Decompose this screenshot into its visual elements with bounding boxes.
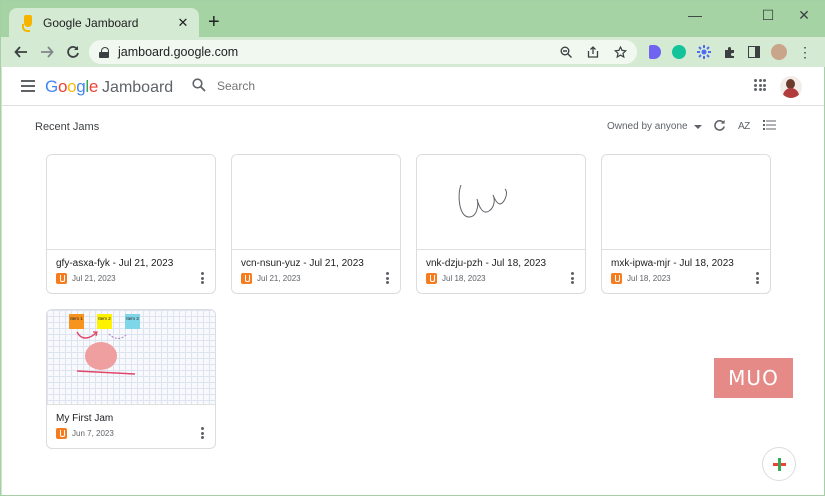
jam-title: vnk-dzju-pzh - Jul 18, 2023: [426, 258, 547, 269]
tab-close-icon[interactable]: ✕: [175, 15, 191, 31]
zoom-icon[interactable]: [557, 43, 575, 61]
grammarly-d-extension-icon[interactable]: [644, 41, 666, 63]
grammarly-extension-icon[interactable]: [668, 41, 690, 63]
jam-card[interactable]: Item 1 Item 2 Item 3 My First Jam Jun 7,…: [46, 309, 216, 449]
tab-strip: Google Jamboard ✕ + — ☐ ✕: [1, 1, 825, 37]
google-wordmark: Google: [45, 77, 98, 97]
browser-tab[interactable]: Google Jamboard ✕: [9, 8, 199, 37]
more-options-icon[interactable]: [201, 272, 204, 286]
forward-arrow-icon[interactable]: [34, 39, 60, 65]
url-text[interactable]: jamboard.google.com: [118, 45, 238, 59]
google-jamboard-logo[interactable]: Google Jamboard: [45, 77, 173, 97]
section-title: Recent Jams: [35, 121, 100, 133]
jam-thumbnail[interactable]: [47, 155, 215, 250]
profile-avatar-icon[interactable]: [768, 41, 790, 63]
side-panel-icon[interactable]: [743, 41, 765, 63]
owner-filter-label: Owned by anyone: [607, 121, 688, 132]
google-apps-icon[interactable]: [754, 79, 766, 91]
jamboard-favicon-icon: [21, 14, 35, 32]
maximize-button[interactable]: ☐: [756, 7, 780, 24]
jam-date: Jun 7, 2023: [72, 429, 114, 438]
close-window-button[interactable]: ✕: [792, 7, 816, 24]
search-icon[interactable]: [192, 78, 206, 92]
browser-window: Google Jamboard ✕ + — ☐ ✕ jamboard.googl…: [0, 0, 825, 496]
flower-extension-icon[interactable]: [693, 41, 715, 63]
account-avatar[interactable]: [780, 76, 802, 98]
back-arrow-icon[interactable]: [8, 39, 34, 65]
jam-thumbnail[interactable]: [232, 155, 400, 250]
reload-icon[interactable]: [60, 39, 86, 65]
jam-date: Jul 18, 2023: [627, 274, 671, 283]
jam-title: gfy-asxa-fyk - Jul 21, 2023: [56, 258, 174, 269]
jam-date: Jul 21, 2023: [257, 274, 301, 283]
jam-thumbnail[interactable]: [602, 155, 770, 250]
jam-thumbnail[interactable]: [417, 155, 585, 250]
google-wordmark-letter: G: [45, 77, 58, 96]
share-icon[interactable]: [584, 43, 602, 61]
jam-title: My First Jam: [56, 413, 114, 424]
jamboard-icon: [56, 428, 67, 439]
search-input[interactable]: Search: [217, 79, 255, 93]
jam-card[interactable]: gfy-asxa-fyk - Jul 21, 2023 Jul 21, 2023: [46, 154, 216, 294]
browser-menu-icon[interactable]: ⋮: [794, 41, 816, 63]
jamboard-icon: [56, 273, 67, 284]
muo-watermark-logo: MUO: [714, 358, 793, 398]
lock-icon[interactable]: [99, 46, 109, 58]
new-tab-button[interactable]: +: [208, 12, 220, 32]
jamboard-icon: [241, 273, 252, 284]
google-wordmark-letter: e: [88, 77, 99, 96]
google-wordmark-letter: o: [67, 77, 77, 96]
jam-date: Jul 18, 2023: [442, 274, 486, 283]
browser-toolbar: jamboard.google.com ⋮: [1, 37, 825, 67]
jamboard-icon: [426, 273, 437, 284]
extensions-puzzle-icon[interactable]: [718, 41, 740, 63]
jam-title: vcn-nsun-yuz - Jul 21, 2023: [241, 258, 364, 269]
sort-az-icon[interactable]: AZ: [738, 121, 750, 132]
jam-card[interactable]: mxk-ipwa-mjr - Jul 18, 2023 Jul 18, 2023: [601, 154, 771, 294]
jam-card[interactable]: vcn-nsun-yuz - Jul 21, 2023 Jul 21, 2023: [231, 154, 401, 294]
tab-title: Google Jamboard: [43, 15, 139, 30]
new-jam-button[interactable]: [762, 447, 796, 481]
more-options-icon[interactable]: [386, 272, 389, 286]
more-options-icon[interactable]: [756, 272, 759, 286]
jamboard-page: Google Jamboard Search Recent Jams Owned…: [2, 67, 824, 495]
google-wordmark-letter: o: [57, 77, 68, 96]
jam-title: mxk-ipwa-mjr - Jul 18, 2023: [611, 258, 734, 269]
jam-card[interactable]: vnk-dzju-pzh - Jul 18, 2023 Jul 18, 2023: [416, 154, 586, 294]
jamboard-icon: [611, 273, 622, 284]
jam-thumbnail[interactable]: Item 1 Item 2 Item 3: [47, 310, 215, 405]
more-options-icon[interactable]: [201, 427, 204, 441]
minimize-button[interactable]: —: [683, 7, 707, 23]
jam-date: Jul 21, 2023: [72, 274, 116, 283]
app-header: Google Jamboard Search: [2, 67, 824, 106]
address-bar[interactable]: jamboard.google.com: [89, 40, 637, 64]
main-menu-icon[interactable]: [21, 80, 35, 92]
owner-filter-dropdown[interactable]: Owned by anyone: [607, 121, 702, 132]
jam-drawing: [76, 331, 136, 375]
product-name: Jamboard: [102, 79, 174, 96]
handwriting-scribble: [458, 184, 507, 218]
list-view-icon[interactable]: [763, 119, 776, 134]
more-options-icon[interactable]: [571, 272, 574, 286]
bookmark-star-icon[interactable]: [611, 43, 629, 61]
chevron-down-icon: [693, 124, 702, 129]
refresh-icon[interactable]: [713, 119, 726, 135]
